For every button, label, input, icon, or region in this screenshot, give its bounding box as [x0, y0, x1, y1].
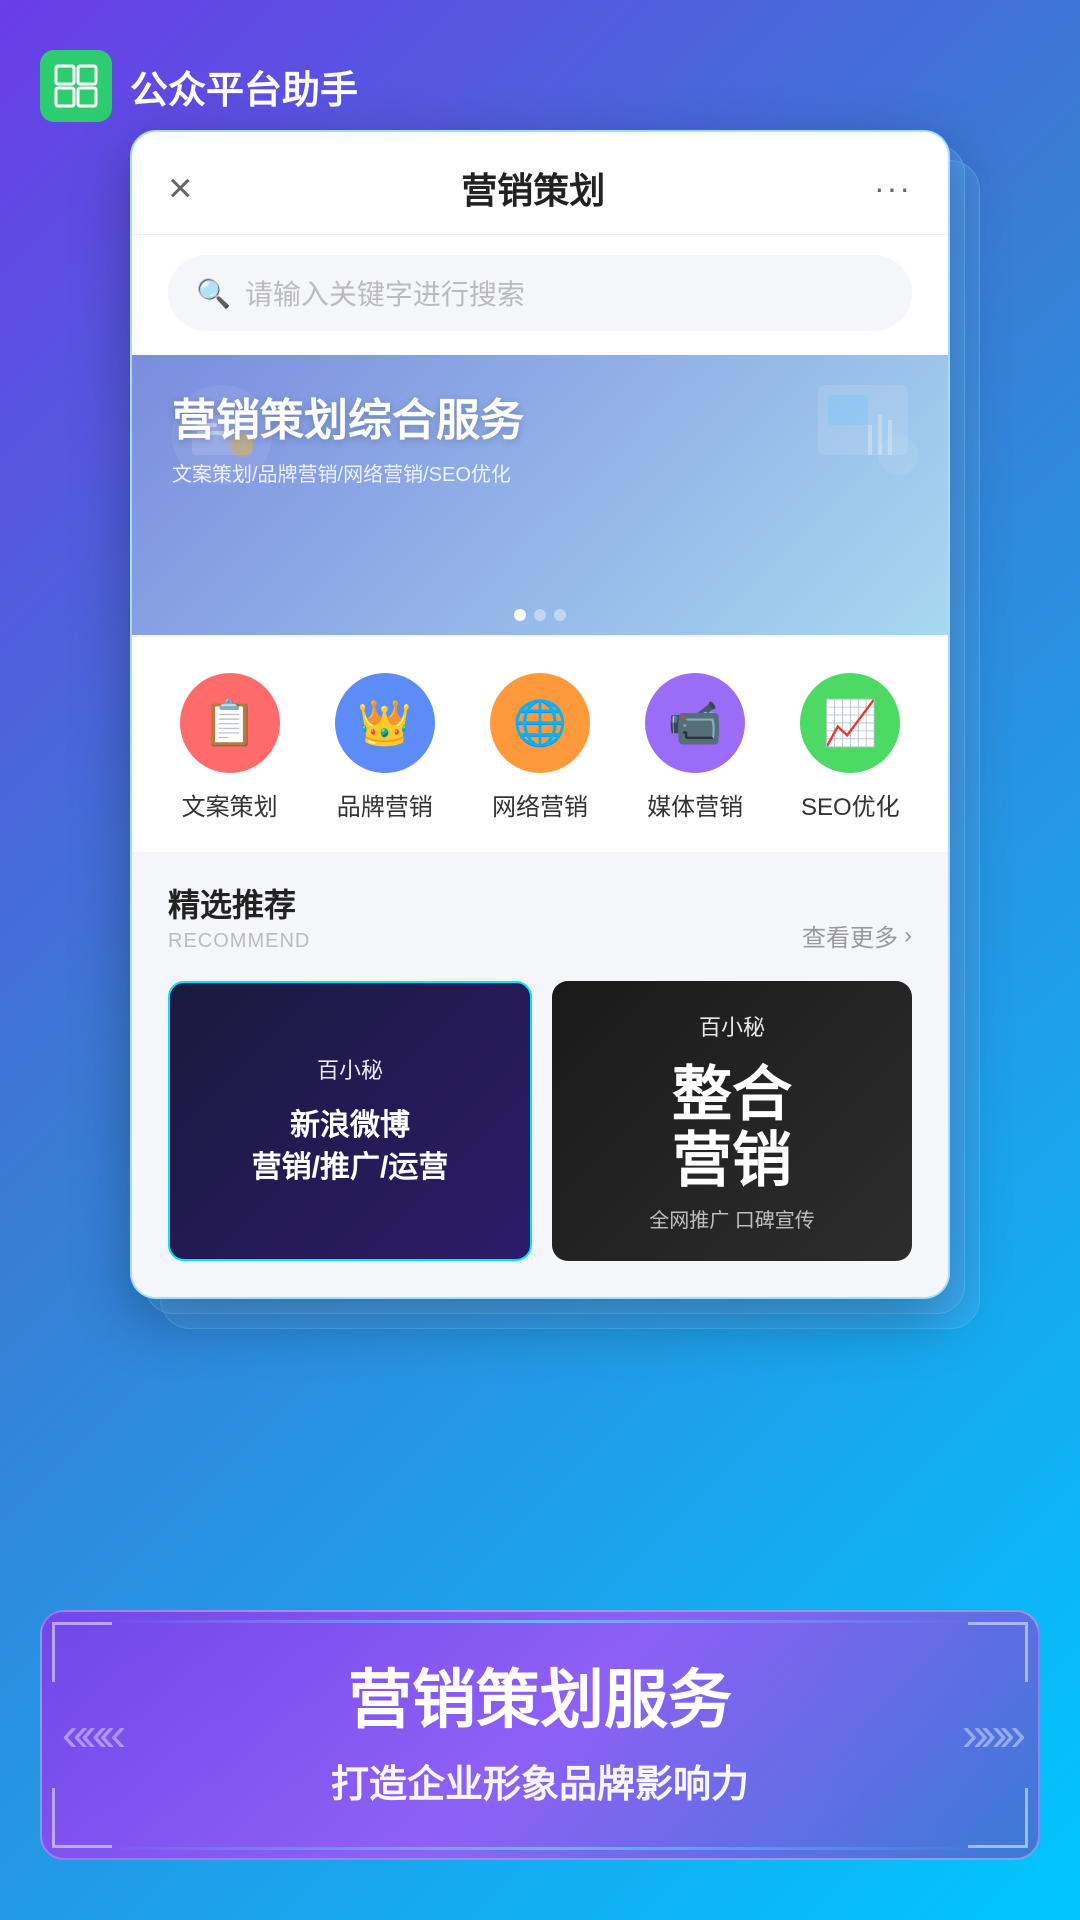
recommend-title: 精选推荐 [168, 880, 310, 926]
frame-deco-top [100, 1620, 980, 1623]
inner-header: × 营销策划 ··· [132, 132, 948, 235]
categories: 📋 文案策划 👑 品牌营销 🌐 网络营销 📹 媒体营销 📈 SEO [132, 637, 948, 852]
close-button[interactable]: × [168, 167, 193, 209]
chevron-right-icon: › [904, 922, 912, 950]
recommend-more-label: 查看更多 [802, 918, 898, 953]
card-brand-0: 百小秘 [317, 1053, 383, 1085]
cat-icon-2: 🌐 [490, 673, 590, 773]
dot-1 [514, 609, 526, 621]
search-placeholder-text: 请输入关键字进行搜索 [245, 273, 525, 313]
card-tag-1: 全网推广 口碑宣传 [649, 1204, 815, 1233]
product-card-0[interactable]: 百小秘 新浪微博营销/推广/运营 [168, 981, 532, 1261]
bottom-sub-text: 打造企业形象品牌影响力 [102, 1753, 978, 1808]
banner-main-text: 营销策划综合服务 [172, 395, 524, 448]
banner-illus-right [798, 365, 928, 495]
card-content-0: 百小秘 新浪微博营销/推广/运营 [170, 983, 530, 1259]
dot-3 [554, 609, 566, 621]
recommend-header: 精选推荐 RECOMMEND 查看更多 › [132, 852, 948, 965]
card-text-1: 整合营销 [672, 1062, 792, 1194]
frame-deco-bottom [100, 1847, 980, 1850]
category-item-1[interactable]: 👑 品牌营销 [335, 673, 435, 822]
cat-label-2: 网络营销 [492, 787, 588, 822]
cat-label-0: 文案策划 [182, 787, 278, 822]
bottom-banner: ««« »»» 营销策划服务 打造企业形象品牌影响力 [40, 1610, 1040, 1860]
banner-text: 营销策划综合服务 文案策划/品牌营销/网络营销/SEO优化 [172, 395, 524, 487]
product-grid: 百小秘 新浪微博营销/推广/运营 百小秘 整合营销 全网推广 口碑宣传 [132, 965, 948, 1297]
app-logo [40, 50, 112, 122]
banner-dots [514, 609, 566, 621]
cat-icon-1: 👑 [335, 673, 435, 773]
app-header: 公众平台助手 [0, 0, 1080, 142]
recommend-title-wrap: 精选推荐 RECOMMEND [168, 880, 310, 953]
card-content-1: 百小秘 整合营销 全网推广 口碑宣传 [552, 981, 912, 1261]
card-text-0: 新浪微博营销/推广/运营 [252, 1105, 449, 1189]
cat-icon-0: 📋 [180, 673, 280, 773]
search-bar: 🔍 请输入关键字进行搜索 [132, 235, 948, 355]
cat-label-3: 媒体营销 [647, 787, 743, 822]
bottom-main-text: 营销策划服务 [102, 1662, 978, 1739]
category-item-4[interactable]: 📈 SEO优化 [800, 673, 900, 822]
inner-app-title: 营销策划 [461, 162, 605, 214]
product-card-1[interactable]: 百小秘 整合营销 全网推广 口碑宣传 [552, 981, 912, 1261]
cat-icon-4: 📈 [800, 673, 900, 773]
category-item-3[interactable]: 📹 媒体营销 [645, 673, 745, 822]
recommend-more-button[interactable]: 查看更多 › [802, 918, 912, 953]
search-icon: 🔍 [196, 277, 231, 310]
more-button[interactable]: ··· [874, 170, 912, 207]
app-name-label: 公众平台助手 [130, 59, 358, 114]
inner-app: × 营销策划 ··· 🔍 请输入关键字进行搜索 [132, 132, 948, 1297]
recommend-subtitle: RECOMMEND [168, 930, 310, 953]
card-brand-1: 百小秘 [699, 1010, 765, 1042]
dot-2 [534, 609, 546, 621]
bottom-section: ««« »»» 营销策划服务 打造企业形象品牌影响力 [40, 1610, 1040, 1860]
card-layer-1: × 营销策划 ··· 🔍 请输入关键字进行搜索 [130, 130, 950, 1299]
category-item-0[interactable]: 📋 文案策划 [180, 673, 280, 822]
category-item-2[interactable]: 🌐 网络营销 [490, 673, 590, 822]
cat-label-4: SEO优化 [801, 787, 900, 822]
phone-frame-wrapper: × 营销策划 ··· 🔍 请输入关键字进行搜索 [130, 130, 950, 1299]
cat-label-1: 品牌营销 [337, 787, 433, 822]
cat-icon-3: 📹 [645, 673, 745, 773]
banner[interactable]: 营销策划综合服务 文案策划/品牌营销/网络营销/SEO优化 [132, 355, 948, 635]
search-input-wrap[interactable]: 🔍 请输入关键字进行搜索 [168, 255, 912, 331]
banner-sub-text: 文案策划/品牌营销/网络营销/SEO优化 [172, 458, 524, 487]
